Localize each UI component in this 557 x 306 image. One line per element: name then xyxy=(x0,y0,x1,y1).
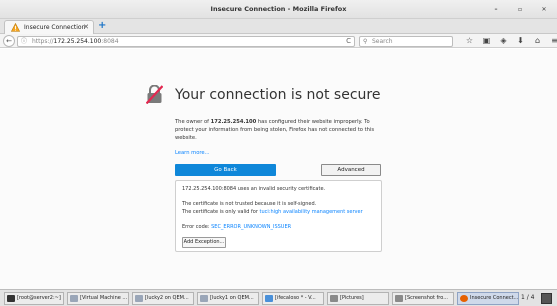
taskbar-item[interactable]: [root@server2:~] xyxy=(4,292,64,305)
add-exception-button[interactable]: Add Exception... xyxy=(182,237,226,248)
advanced-button[interactable]: Advanced xyxy=(321,164,381,176)
close-window-button[interactable]: ✕ xyxy=(539,0,549,19)
search-icon: ⚲ xyxy=(363,38,368,45)
taskbar-item-label: [ifecaloso * - V... xyxy=(275,295,316,301)
url-scheme: https:// xyxy=(32,38,54,45)
search-placeholder: Search xyxy=(372,38,393,45)
site-info-icon[interactable]: ⓘ xyxy=(21,37,27,46)
taskbar: [root@server2:~] [Virtual Machine ... [l… xyxy=(0,289,557,306)
invalid-cert-text: 172.25.254.100:8084 uses an invalid secu… xyxy=(182,186,326,192)
terminal-icon xyxy=(7,295,15,302)
screenshot-icon xyxy=(395,295,403,302)
valid-for-text: The certificate is only valid for tuci:h… xyxy=(182,209,363,215)
back-button[interactable]: ← xyxy=(3,35,15,47)
error-code-text: Error code: SEC_ERROR_UNKNOWN_ISSUER xyxy=(182,224,291,230)
tab-insecure-connection[interactable]: Insecure Connection ✕ xyxy=(4,20,94,34)
folder-icon xyxy=(330,295,338,302)
taskbar-item-label: [lucky2 on QEM... xyxy=(145,295,189,301)
learn-more-link[interactable]: Learn more... xyxy=(175,150,210,156)
taskbar-item[interactable]: [Pictures] xyxy=(327,292,389,305)
error-code-link[interactable]: SEC_ERROR_UNKNOWN_ISSUER xyxy=(211,224,291,230)
shield-icon[interactable]: ◈ xyxy=(499,34,508,48)
tab-strip: Insecure Connection ✕ + xyxy=(0,19,557,34)
taskbar-item[interactable]: [Screenshot fro... xyxy=(392,292,454,305)
go-back-button[interactable]: Go Back xyxy=(175,164,276,176)
error-code-label: Error code: xyxy=(182,224,212,230)
vm-console-icon xyxy=(200,295,208,302)
window-titlebar: Insecure Connection - Mozilla Firefox – … xyxy=(0,0,557,19)
taskbar-item-label: [Screenshot fro... xyxy=(405,295,448,301)
tab-close-icon[interactable]: ✕ xyxy=(83,21,89,34)
toolbar-icons: ☆ ▣ ◈ ⬇ ⌂ ≡ xyxy=(465,34,557,48)
clipboard-icon[interactable]: ▣ xyxy=(482,34,491,48)
desc-text: The owner of xyxy=(175,119,211,125)
tab-label: Insecure Connection xyxy=(24,24,86,31)
menu-icon[interactable]: ≡ xyxy=(550,34,557,48)
valid-for-prefix: The certificate is only valid for xyxy=(182,209,260,215)
page-title: Your connection is not secure xyxy=(175,87,381,103)
firefox-icon xyxy=(460,295,468,302)
taskbar-item-label: [root@server2:~] xyxy=(17,295,61,301)
error-description: The owner of 172.25.254.100 has configur… xyxy=(175,118,387,142)
taskbar-item-label: [Pictures] xyxy=(340,295,364,301)
taskbar-item[interactable]: [ifecaloso * - V... xyxy=(262,292,324,305)
vm-console-icon xyxy=(135,295,143,302)
desc-host: 172.25.254.100 xyxy=(210,119,257,125)
broken-lock-icon xyxy=(146,85,163,104)
taskbar-item-label: [lucky1 on QEM... xyxy=(210,295,254,301)
window-title: Insecure Connection - Mozilla Firefox xyxy=(210,5,347,13)
url-bar[interactable]: ⓘ https://172.25.254.100:8084 C xyxy=(17,36,355,47)
virt-manager-icon xyxy=(70,295,78,302)
minimize-button[interactable]: – xyxy=(491,0,501,19)
workspace-pager-label: 1 / 4 xyxy=(521,294,535,301)
editor-icon xyxy=(265,295,273,302)
error-page: Your connection is not secure The owner … xyxy=(0,49,557,289)
maximize-button[interactable]: ▫ xyxy=(515,0,525,19)
cert-domain-link[interactable]: tuci:high availability management server xyxy=(260,209,363,215)
taskbar-item[interactable]: [lucky1 on QEM... xyxy=(197,292,259,305)
taskbar-item[interactable]: [lucky2 on QEM... xyxy=(132,292,194,305)
url-host: 172.25.254.100 xyxy=(53,38,102,45)
taskbar-item[interactable]: [Virtual Machine ... xyxy=(67,292,129,305)
warning-icon xyxy=(11,23,20,32)
url-port: :8084 xyxy=(101,38,119,45)
nav-bar: ← ⓘ https://172.25.254.100:8084 C ⚲ Sear… xyxy=(0,34,557,48)
window-controls: – ▫ ✕ xyxy=(491,0,549,19)
taskbar-item-label: Insecure Connect... xyxy=(470,295,519,301)
download-icon[interactable]: ⬇ xyxy=(516,34,525,48)
search-input[interactable]: ⚲ Search xyxy=(359,36,453,47)
taskbar-item-active[interactable]: Insecure Connect... xyxy=(457,292,519,305)
reload-icon[interactable]: C xyxy=(346,37,351,46)
workspace-switcher[interactable] xyxy=(541,293,552,304)
advanced-panel: 172.25.254.100:8084 uses an invalid secu… xyxy=(175,180,382,252)
self-signed-text: The certificate is not trusted because i… xyxy=(182,201,317,207)
bookmark-star-icon[interactable]: ☆ xyxy=(465,34,474,48)
taskbar-item-label: [Virtual Machine ... xyxy=(80,295,128,301)
home-icon[interactable]: ⌂ xyxy=(533,34,542,48)
new-tab-button[interactable]: + xyxy=(98,19,106,33)
